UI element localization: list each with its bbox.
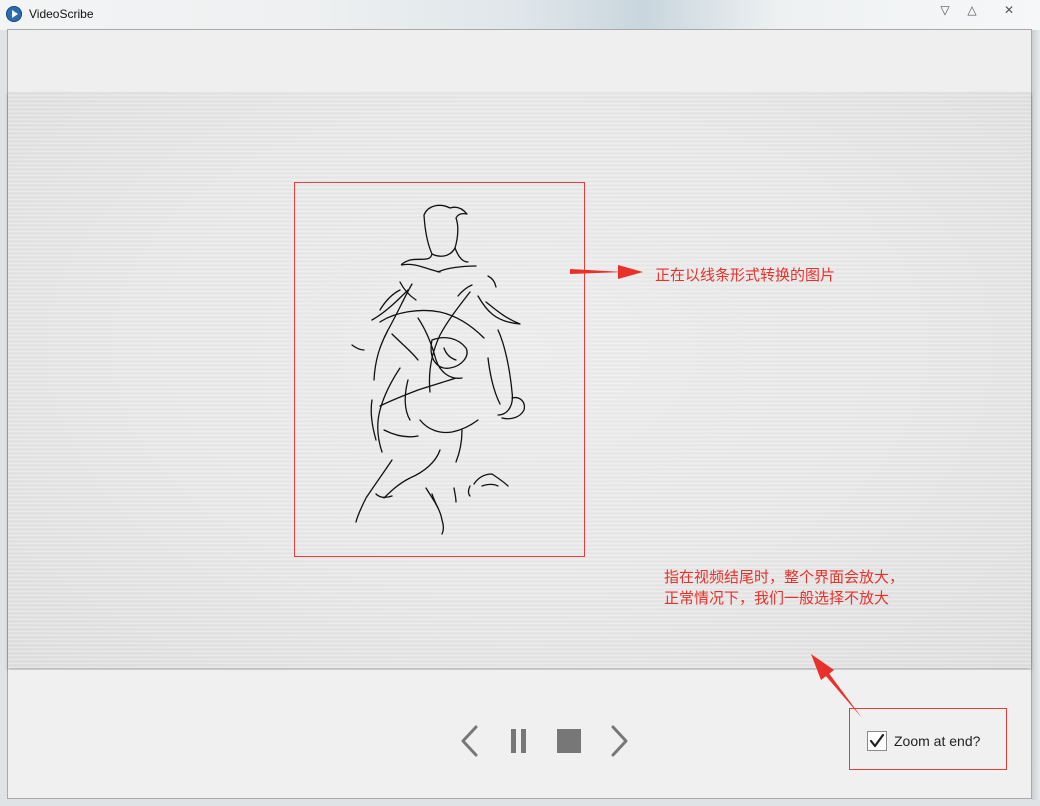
chevron-left-icon[interactable] <box>458 724 482 758</box>
zoom-annotation: 指在视频结尾时，整个界面会放大， 正常情况下，我们一般选择不放大 <box>664 567 904 609</box>
sketch-highlight-box <box>294 182 585 557</box>
zoom-annotation-line-1: 指在视频结尾时，整个界面会放大， <box>664 568 905 586</box>
pause-icon[interactable] <box>508 728 530 754</box>
annotation-arrow-right <box>570 265 643 279</box>
stop-icon[interactable] <box>556 728 582 754</box>
zoom-at-end-label[interactable]: Zoom at end? <box>894 733 980 749</box>
zoom-at-end-checkbox[interactable] <box>867 731 887 751</box>
sketch-annotation: 正在以线条形式转换的图片 <box>655 266 836 284</box>
chevron-right-icon[interactable] <box>607 724 631 758</box>
zoom-annotation-line-2: 正常情况下，我们一般选择不放大 <box>664 589 890 607</box>
checkmark-icon <box>869 733 885 748</box>
